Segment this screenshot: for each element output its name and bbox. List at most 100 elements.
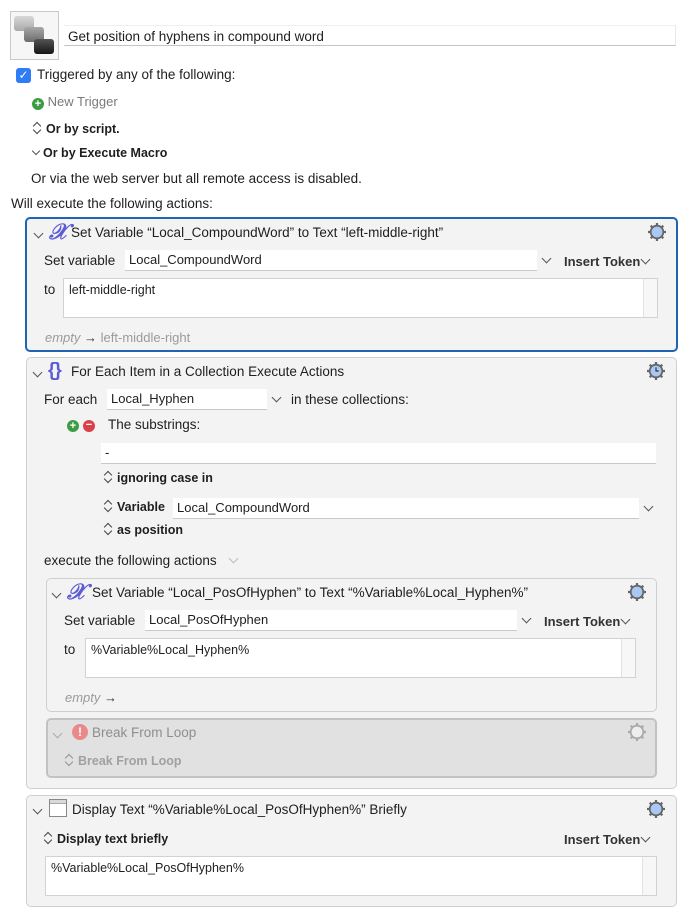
- action-title: Display Text “%Variable%Local_PosOfHyphe…: [72, 802, 407, 817]
- or-by-script-label: Or by script.: [46, 122, 120, 136]
- preview-line: empty →: [65, 690, 117, 705]
- action-break-from-loop[interactable]: ! Break From Loop Break From Loop: [46, 718, 657, 778]
- braces-icon: {}: [48, 360, 62, 381]
- triggered-checkbox[interactable]: ✓: [16, 68, 31, 83]
- to-label: to: [44, 282, 56, 297]
- value-textarea[interactable]: %Variable%Local_Hyphen%: [85, 638, 636, 678]
- collapse-chevron-icon[interactable]: [32, 804, 43, 815]
- key-dark-icon: [34, 39, 54, 54]
- in-collections-label: in these collections:: [291, 392, 409, 407]
- insert-token-label: Insert Token: [544, 614, 621, 629]
- display-mode-popup[interactable]: Display text briefly: [43, 832, 168, 846]
- collapse-chevron-icon[interactable]: [32, 367, 43, 378]
- collapse-chevron-icon[interactable]: [33, 228, 44, 239]
- insert-token-button[interactable]: Insert Token: [544, 614, 633, 629]
- chevron-down-icon: [620, 614, 631, 625]
- as-position-popup[interactable]: as position: [103, 523, 183, 537]
- value-text: left-middle-right: [69, 283, 156, 297]
- action-for-each[interactable]: {} For Each Item in a Collection Execute…: [26, 357, 677, 789]
- collapse-chevron-icon[interactable]: [52, 728, 63, 739]
- execute-actions-label: execute the following actions: [44, 553, 241, 568]
- as-position-label: as position: [117, 523, 183, 537]
- to-label: to: [64, 642, 76, 657]
- new-trigger-label: New Trigger: [47, 94, 118, 109]
- variable-x-icon: 𝒳: [49, 219, 68, 245]
- ignoring-case-popup[interactable]: ignoring case in: [103, 471, 213, 485]
- action-title: Set Variable “Local_PosOfHyphen” to Text…: [92, 585, 528, 600]
- scrollbar[interactable]: [642, 857, 656, 895]
- preview-empty: empty: [65, 690, 101, 705]
- up-down-icon: [43, 832, 53, 844]
- value-textarea[interactable]: left-middle-right: [63, 278, 658, 318]
- action-title: Set Variable “Local_CompoundWord” to Tex…: [71, 225, 444, 240]
- variable-x-icon: 𝒳: [67, 579, 86, 605]
- for-each-label: For each: [44, 392, 98, 407]
- gear-icon[interactable]: [628, 583, 646, 601]
- preview-value: left-middle-right: [100, 330, 191, 345]
- variable-dropdown-icon[interactable]: [521, 613, 532, 624]
- variable-name-input[interactable]: Local_CompoundWord: [125, 250, 537, 271]
- macro-title-input[interactable]: Get position of hyphens in compound word: [64, 25, 676, 46]
- collapse-chevron-icon[interactable]: [51, 588, 62, 599]
- source-type-label: Variable: [117, 500, 165, 514]
- value-text: %Variable%Local_PosOfHyphen%: [51, 861, 244, 875]
- execute-label-text: execute the following actions: [44, 553, 217, 568]
- insert-token-label: Insert Token: [564, 254, 641, 269]
- up-down-icon: [64, 754, 74, 766]
- value-text: %Variable%Local_Hyphen%: [91, 643, 250, 657]
- insert-token-button[interactable]: Insert Token: [564, 254, 653, 269]
- chevron-down-icon: [640, 254, 651, 265]
- arrow-icon: →: [104, 690, 118, 705]
- preview-line: empty → left-middle-right: [45, 330, 190, 345]
- loop-variable-dropdown-icon[interactable]: [271, 392, 282, 403]
- chevron-down-icon: [640, 832, 651, 843]
- macro-icon[interactable]: [10, 11, 59, 60]
- or-by-execute-macro-toggle[interactable]: Or by Execute Macro: [31, 146, 168, 160]
- arrow-icon: →: [84, 330, 98, 345]
- web-server-note: Or via the web server but all remote acc…: [31, 171, 362, 186]
- chevron-down-icon[interactable]: [228, 553, 239, 564]
- break-option-label: Break From Loop: [78, 754, 182, 768]
- up-down-icon: [103, 471, 113, 483]
- insert-token-label: Insert Token: [564, 832, 641, 847]
- gear-clock-icon[interactable]: [647, 362, 665, 380]
- variable-dropdown-icon[interactable]: [541, 253, 552, 264]
- gear-icon[interactable]: [647, 800, 665, 818]
- gear-icon[interactable]: [648, 223, 666, 241]
- or-by-script-toggle[interactable]: Or by script.: [32, 122, 120, 136]
- scrollbar[interactable]: [643, 279, 657, 317]
- break-option-popup[interactable]: Break From Loop: [64, 754, 182, 768]
- display-mode-label: Display text briefly: [57, 832, 169, 846]
- gear-icon[interactable]: [628, 723, 646, 741]
- source-variable-dropdown-icon[interactable]: [643, 501, 654, 512]
- preview-empty: empty: [45, 330, 81, 345]
- scrollbar[interactable]: [621, 639, 635, 677]
- action-set-variable-compoundword[interactable]: 𝒳 Set Variable “Local_CompoundWord” to T…: [25, 217, 678, 352]
- insert-token-button[interactable]: Insert Token: [564, 832, 653, 847]
- window-icon: [49, 799, 67, 817]
- substring-input[interactable]: -: [101, 443, 656, 464]
- action-title: Break From Loop: [92, 725, 197, 740]
- new-trigger-button[interactable]: + New Trigger: [32, 94, 118, 110]
- source-variable-input[interactable]: Local_CompoundWord: [173, 498, 639, 519]
- source-type-popup[interactable]: Variable: [103, 500, 165, 514]
- add-icon: +: [32, 98, 44, 110]
- set-variable-label: Set variable: [44, 253, 116, 268]
- variable-name-input[interactable]: Local_PosOfHyphen: [145, 610, 517, 631]
- up-down-icon: [32, 122, 42, 134]
- action-set-variable-posofhyphen[interactable]: 𝒳 Set Variable “Local_PosOfHyphen” to Te…: [46, 578, 657, 712]
- alert-icon: !: [72, 724, 88, 740]
- triggered-label: Triggered by any of the following:: [37, 67, 236, 82]
- loop-variable-input[interactable]: Local_Hyphen: [107, 389, 267, 410]
- set-variable-label: Set variable: [64, 613, 136, 628]
- remove-collection-button[interactable]: −: [83, 420, 95, 432]
- collection-type-label: The substrings:: [108, 417, 201, 432]
- action-display-text[interactable]: Display Text “%Variable%Local_PosOfHyphe…: [26, 795, 677, 907]
- display-text-textarea[interactable]: %Variable%Local_PosOfHyphen%: [45, 856, 657, 896]
- up-down-icon: [103, 523, 113, 535]
- ignoring-case-label: ignoring case in: [117, 471, 213, 485]
- or-by-execute-macro-label: Or by Execute Macro: [43, 146, 168, 160]
- chevron-down-icon: [31, 146, 41, 156]
- add-collection-button[interactable]: +: [67, 420, 79, 432]
- up-down-icon: [103, 500, 113, 512]
